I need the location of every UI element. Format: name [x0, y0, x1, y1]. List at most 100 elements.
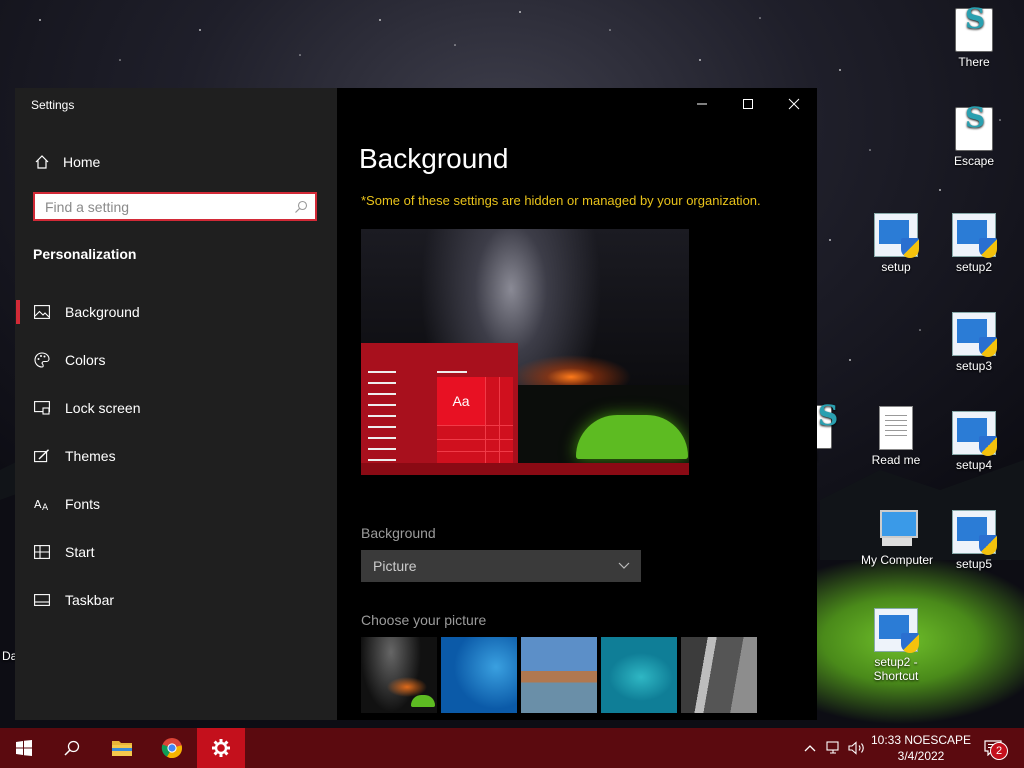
- nav-item-background[interactable]: Background: [15, 288, 337, 336]
- notification-icon: 2: [984, 740, 1008, 760]
- search-icon[interactable]: [294, 200, 308, 219]
- nav-item-taskbar[interactable]: Taskbar: [15, 576, 337, 624]
- svg-text:A: A: [34, 498, 42, 511]
- speaker-icon: [848, 741, 864, 755]
- preview-tile-text: Aa: [437, 377, 485, 425]
- nav-item-label: Taskbar: [65, 592, 115, 608]
- lock-screen-icon: [33, 399, 51, 417]
- taskbar: 10:33 NOESCAPE 3/4/2022 2: [0, 728, 1024, 768]
- gear-icon: [212, 739, 230, 757]
- desktop-icon-setup[interactable]: setup: [859, 213, 933, 274]
- chrome-button[interactable]: [148, 728, 196, 768]
- desktop-icon-read-me[interactable]: Read me: [859, 406, 933, 467]
- text-document-icon: [879, 406, 913, 450]
- picture-thumbnails: [361, 637, 757, 713]
- palette-icon: [33, 351, 51, 369]
- desktop-icon-setup3[interactable]: setup3: [937, 312, 1011, 373]
- installer-icon: [874, 213, 919, 258]
- section-title: Personalization: [33, 246, 137, 262]
- nav-home[interactable]: Home: [33, 150, 100, 174]
- nav-item-start[interactable]: Start: [15, 528, 337, 576]
- file-explorer-button[interactable]: [98, 728, 146, 768]
- dropdown-value: Picture: [373, 558, 417, 574]
- desktop-icon-there[interactable]: There: [937, 8, 1011, 69]
- volume-button[interactable]: [846, 728, 868, 768]
- network-icon: [826, 741, 839, 754]
- clock-time: 10:33 NOESCAPE: [870, 733, 972, 747]
- folder-icon: [112, 741, 132, 756]
- installer-icon: [952, 411, 997, 456]
- close-button[interactable]: [771, 88, 817, 120]
- nav-item-label: Themes: [65, 448, 116, 464]
- preview-tile-header: [437, 371, 467, 373]
- picture-thumbnail[interactable]: [521, 637, 597, 713]
- nav-item-label: Start: [65, 544, 95, 560]
- desktop-icon-label: setup: [881, 260, 911, 274]
- picture-thumbnail[interactable]: [441, 637, 517, 713]
- desktop-icon-label: Escape: [953, 154, 995, 168]
- picture-thumbnail[interactable]: [361, 637, 437, 713]
- network-button[interactable]: [824, 728, 844, 768]
- settings-sidebar: Settings Home Personalization Background: [15, 88, 337, 720]
- picture-icon: [33, 303, 51, 321]
- picture-thumbnail[interactable]: [601, 637, 677, 713]
- settings-taskbar-button[interactable]: [197, 728, 245, 768]
- settings-window: Settings Home Personalization Background: [15, 88, 817, 720]
- chrome-icon: [161, 738, 183, 759]
- desktop-icon-setup4[interactable]: setup4: [937, 411, 1011, 472]
- background-type-label: Background: [361, 525, 436, 541]
- desktop-icon-setup5[interactable]: setup5: [937, 510, 1011, 571]
- window-title: Settings: [31, 98, 75, 112]
- show-hidden-icons-button[interactable]: [800, 728, 820, 768]
- search-box[interactable]: [33, 192, 317, 221]
- minimize-icon: [697, 103, 707, 105]
- preview-taskbar: [361, 463, 689, 475]
- nav-item-label: Background: [65, 304, 140, 320]
- installer-icon: [952, 213, 997, 258]
- maximize-button[interactable]: [725, 88, 771, 120]
- desktop-icon-setup2[interactable]: setup2: [937, 213, 1011, 274]
- chevron-down-icon: [617, 558, 631, 575]
- desktop-icon-label: setup2 - Shortcut: [873, 655, 919, 683]
- desktop-icon-label: Read me: [871, 453, 921, 467]
- desktop-icon-label: setup2: [955, 260, 993, 274]
- start-icon: [33, 543, 51, 561]
- desktop-icon-escape[interactable]: Escape: [937, 107, 1011, 168]
- minimize-button[interactable]: [679, 88, 725, 120]
- clock-date: 3/4/2022: [897, 749, 945, 763]
- picture-thumbnail[interactable]: [681, 637, 757, 713]
- settings-content: Background *Some of these settings are h…: [337, 88, 817, 720]
- themes-icon: [33, 447, 51, 465]
- desktop-icon-label: My Computer: [860, 553, 934, 567]
- installer-icon: [952, 510, 997, 555]
- desktop-icon-label: setup5: [955, 557, 993, 571]
- preview-menu-lines: [368, 371, 396, 470]
- start-button[interactable]: [0, 728, 48, 768]
- desktop-icon-label: setup3: [955, 359, 993, 373]
- nav-item-themes[interactable]: Themes: [15, 432, 337, 480]
- chevron-up-icon: [804, 745, 816, 752]
- close-icon: [788, 98, 800, 110]
- desktop-icon-my-computer[interactable]: My Computer: [855, 508, 939, 567]
- clock[interactable]: 10:33 NOESCAPE 3/4/2022: [866, 732, 976, 764]
- script-file-icon: [955, 107, 993, 151]
- search-button[interactable]: [48, 728, 96, 768]
- nav-item-colors[interactable]: Colors: [15, 336, 337, 384]
- installer-shortcut-icon: [874, 608, 919, 653]
- nav-item-fonts[interactable]: AA Fonts: [15, 480, 337, 528]
- search-icon: [64, 740, 80, 756]
- desktop-icon-setup2-shortcut[interactable]: setup2 - Shortcut: [859, 608, 933, 683]
- search-input[interactable]: [35, 194, 285, 219]
- taskbar-icon: [33, 591, 51, 609]
- svg-text:A: A: [42, 503, 49, 511]
- home-icon: [33, 153, 51, 171]
- computer-icon: [876, 508, 918, 550]
- action-center-button[interactable]: 2: [980, 728, 1008, 768]
- nav-list: Background Colors Lock screen Themes A A…: [15, 288, 337, 624]
- script-file-icon: [955, 8, 993, 52]
- desktop-icon-label: setup4: [955, 458, 993, 472]
- windows-logo-icon: [16, 740, 32, 756]
- background-type-dropdown[interactable]: Picture: [361, 550, 641, 582]
- nav-item-lock-screen[interactable]: Lock screen: [15, 384, 337, 432]
- notification-count-badge: 2: [990, 742, 1008, 760]
